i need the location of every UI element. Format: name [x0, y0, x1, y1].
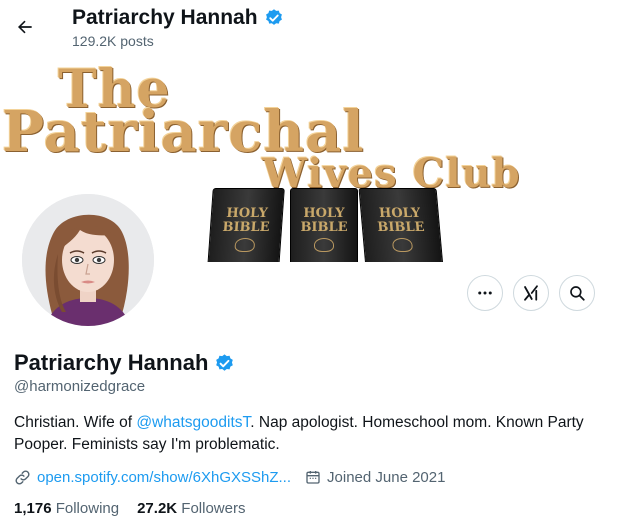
bible-book: HOLY BIBLE	[358, 188, 444, 262]
bio-text: Christian. Wife of	[14, 414, 137, 431]
following-label: Following	[55, 500, 120, 517]
more-button[interactable]	[467, 275, 503, 311]
top-bar: Patriarchy Hannah 129.2K posts	[0, 0, 620, 58]
verified-badge-icon[interactable]	[214, 353, 235, 374]
profile-name: Patriarchy Hannah	[14, 350, 235, 376]
follow-stats: 1,176 Following 27.2K Followers	[14, 500, 245, 517]
grok-button[interactable]	[513, 275, 549, 311]
following-count: 1,176	[14, 500, 52, 517]
bible-book: HOLY BIBLE	[207, 188, 285, 262]
profile-website-link[interactable]: open.spotify.com/show/6XhGXSShZ...	[37, 469, 291, 486]
bio-mention-link[interactable]: @whatsgooditsT	[136, 414, 250, 431]
more-dots-icon	[478, 291, 492, 295]
following-stat[interactable]: 1,176 Following	[14, 500, 119, 517]
profile-bio: Christian. Wife of @whatsgooditsT. Nap a…	[14, 412, 610, 456]
avatar[interactable]	[18, 190, 158, 330]
back-button[interactable]	[8, 10, 42, 44]
joined-date: Joined June 2021	[327, 468, 446, 486]
search-button[interactable]	[559, 275, 595, 311]
calendar-icon	[306, 471, 320, 484]
avatar-illustration	[22, 194, 154, 326]
link-icon	[15, 469, 30, 485]
followers-count: 27.2K	[137, 500, 178, 517]
followers-label: Followers	[181, 500, 246, 517]
bible-book: HOLY BIBLE	[290, 188, 358, 262]
profile-handle: @harmonizedgrace	[14, 378, 146, 395]
arrow-left-icon	[18, 20, 32, 34]
profile-meta: open.spotify.com/show/6XhGXSShZ... Joine…	[14, 466, 445, 488]
profile-name-text: Patriarchy Hannah	[14, 350, 209, 375]
verified-badge-icon	[265, 9, 282, 25]
header-title: Patriarchy Hannah	[72, 6, 284, 30]
header-name: Patriarchy Hannah	[72, 6, 258, 29]
grok-icon	[524, 285, 538, 301]
posts-count: 129.2K posts	[72, 33, 154, 49]
search-icon	[570, 286, 585, 301]
followers-stat[interactable]: 27.2K Followers	[137, 500, 245, 517]
